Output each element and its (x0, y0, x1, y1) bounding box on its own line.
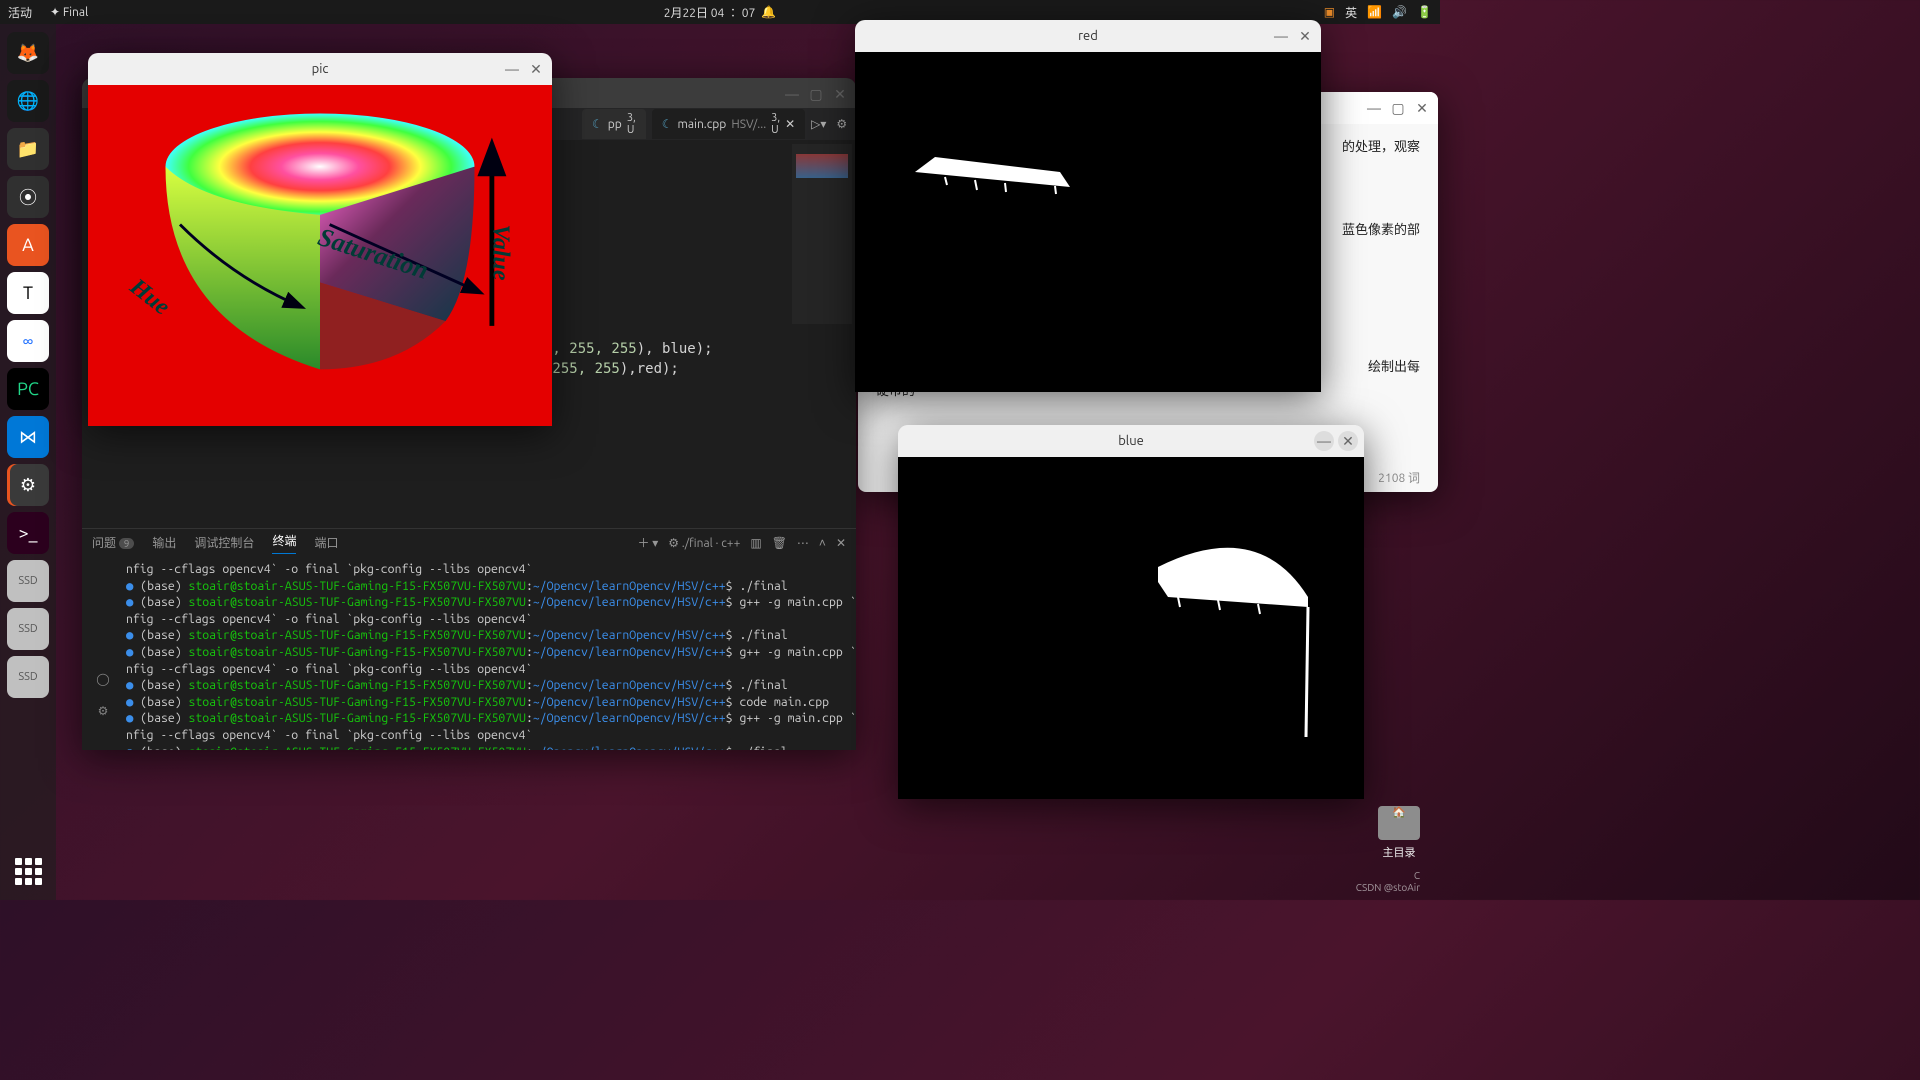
dock-app-rhythmbox[interactable]: ⦿ (7, 176, 49, 218)
active-app-indicator[interactable]: ✦ Final (50, 5, 88, 19)
close-icon[interactable]: ✕ (1338, 431, 1358, 451)
dock-app-software[interactable]: A (7, 224, 49, 266)
word-count: 2108 词 (1378, 469, 1420, 486)
show-apps-button[interactable] (7, 850, 49, 892)
pic-content: Hue Saturation Value (88, 85, 552, 426)
terminal-task-label[interactable]: ⚙ ./final · c++ (668, 536, 740, 550)
dock-app-baidu[interactable]: ∞ (7, 320, 49, 362)
dock-app-ssd2[interactable]: SSD (7, 608, 49, 650)
close-icon[interactable]: ✕ (526, 59, 546, 79)
gear-icon[interactable]: ⚙ (836, 117, 847, 131)
tab-main-cpp[interactable]: ☾main.cpp HSV/... 3, U ✕ (652, 109, 805, 139)
dock-app-edge[interactable]: 🌐 (7, 80, 49, 122)
hsv-cylinder-diagram: Hue Saturation Value (118, 99, 522, 408)
tab-output[interactable]: 输出 (152, 534, 176, 551)
minimize-icon[interactable]: — (1364, 98, 1384, 118)
minimize-icon[interactable]: — (502, 59, 522, 79)
tab-ports[interactable]: 端口 (314, 534, 338, 551)
clock[interactable]: 2月22日 04 ∶ 07 🔔 (664, 4, 777, 21)
new-terminal-icon[interactable]: ＋ ▾ (637, 534, 658, 551)
tab-pp[interactable]: ☾pp 3, U (582, 109, 646, 139)
chevron-up-icon[interactable]: ˄ (819, 536, 826, 550)
visible-code: 0, 255, 255), blue); 255, 255),red); (544, 340, 713, 379)
activity-bar: ◯ ⚙ (86, 526, 120, 728)
red-mask-window: red —✕ (855, 20, 1321, 392)
dock-app-files[interactable]: 📁 (7, 128, 49, 170)
bell-icon: 🔔 (761, 5, 776, 19)
blue-mask-window: blue —✕ (898, 425, 1364, 799)
terminal-output[interactable]: nfig --cflags opencv4` -o final `pkg-con… (82, 556, 856, 750)
tab-debug-console[interactable]: 调试控制台 (194, 534, 254, 551)
pic-titlebar[interactable]: pic — ✕ (88, 53, 552, 85)
close-panel-icon[interactable]: ✕ (836, 536, 846, 550)
minimap[interactable] (792, 144, 852, 324)
minimize-icon[interactable]: — (1271, 26, 1291, 46)
blue-mask-image (898, 457, 1364, 799)
tab-terminal[interactable]: 终端 (272, 532, 296, 554)
settings-icon[interactable]: ⚙ (98, 704, 109, 718)
close-tab-icon[interactable]: ✕ (785, 117, 795, 131)
value-label: Value (486, 224, 513, 280)
minimize-icon[interactable]: — (782, 84, 802, 104)
dock-app-ssd3[interactable]: SSD (7, 656, 49, 698)
blue-titlebar[interactable]: blue —✕ (898, 425, 1364, 457)
battery-icon[interactable]: 🔋 (1417, 5, 1432, 19)
minimize-icon[interactable]: — (1314, 431, 1334, 451)
dock-app-firefox[interactable]: 🦊 (7, 32, 49, 74)
window-title: red (1078, 29, 1098, 43)
window-title: pic (312, 62, 329, 76)
run-icon[interactable]: ▷▾ (811, 117, 826, 131)
window-title: blue (1118, 434, 1144, 448)
pic-window: pic — ✕ (88, 53, 552, 426)
dock-app-terminal[interactable]: >_ (7, 512, 49, 554)
dock-app-text[interactable]: T (7, 272, 49, 314)
wifi-icon[interactable]: 📶 (1367, 5, 1382, 19)
watermark: CCSDN @stoAir (1356, 870, 1420, 894)
desktop-folder-home[interactable]: 🏠 主目录 (1378, 806, 1420, 860)
panel-tabs: 问题 9 输出 调试控制台 终端 端口 ＋ ▾ ⚙ ./final · c++ … (82, 528, 856, 556)
close-icon[interactable]: ✕ (1295, 26, 1315, 46)
tray-icon[interactable]: ▣ (1324, 5, 1335, 19)
red-mask-image (855, 52, 1321, 392)
close-icon[interactable]: ✕ (1412, 98, 1432, 118)
dock-app-pycharm[interactable]: PC (7, 368, 49, 410)
maximize-icon[interactable]: ▢ (1388, 98, 1408, 118)
input-method[interactable]: 英 (1345, 4, 1357, 21)
volume-icon[interactable]: 🔊 (1392, 5, 1407, 19)
close-icon[interactable]: ✕ (830, 84, 850, 104)
dock-app-ssd1[interactable]: SSD (7, 560, 49, 602)
more-icon[interactable]: ⋯ (797, 536, 809, 550)
dock-app-vscode[interactable]: ⋈ (7, 416, 49, 458)
dock-app-settings[interactable]: ⚙ (7, 464, 49, 506)
account-icon[interactable]: ◯ (96, 672, 109, 686)
folder-icon: 🏠 (1378, 806, 1420, 840)
launcher-dock: 🦊 🌐 📁 ⦿ AT ∞ PC ⋈ ⚙ >_ SSD SSD SSD (0, 24, 56, 900)
activities-button[interactable]: 活动 (8, 4, 32, 21)
kill-terminal-icon[interactable]: 🗑 (772, 536, 787, 550)
red-titlebar[interactable]: red —✕ (855, 20, 1321, 52)
split-terminal-icon[interactable]: ▥ (750, 536, 761, 550)
maximize-icon[interactable]: ▢ (806, 84, 826, 104)
